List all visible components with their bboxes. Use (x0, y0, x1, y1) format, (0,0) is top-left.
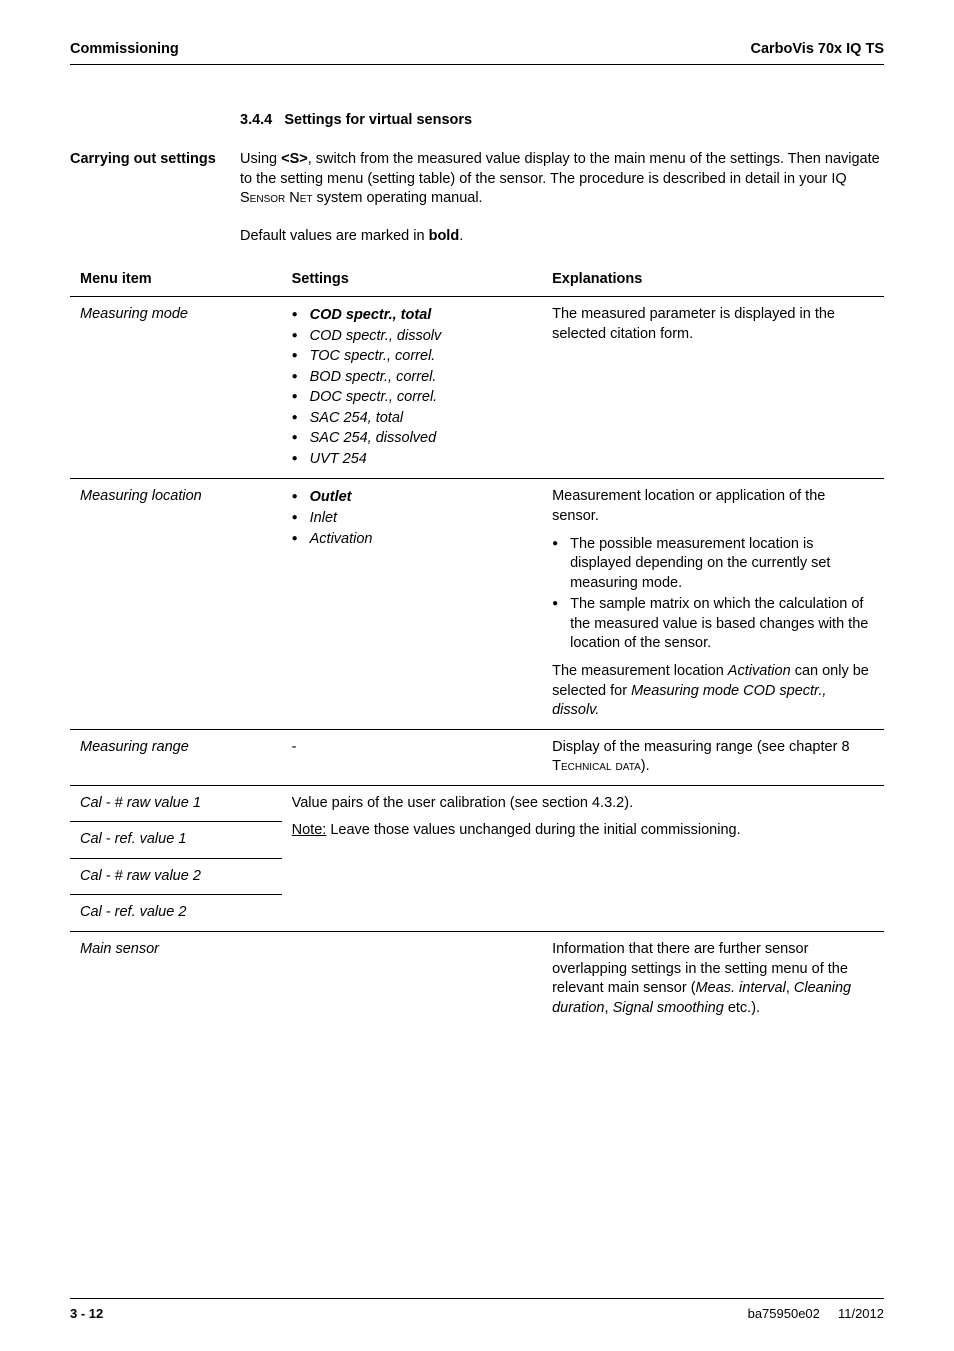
text: The possible measurement location is dis… (570, 536, 830, 591)
explanation: Display of the measuring range (see chap… (542, 729, 884, 785)
text: etc.). (724, 1000, 760, 1016)
settings-table: Menu item Settings Explanations Measurin… (70, 264, 884, 1026)
header-left: Commissioning (70, 40, 179, 60)
menu-item: Cal - # raw value 1 (80, 795, 201, 811)
page-number: 3 - 12 (70, 1305, 103, 1323)
menu-item: Cal - ref. value 1 (80, 831, 186, 847)
section-number: 3.4.4 (240, 112, 272, 128)
text: N (285, 190, 300, 206)
setting-option: SAC 254, dissolved (310, 430, 437, 446)
explanation: Value pairs of the user calibration (see… (282, 785, 884, 931)
setting-option: UVT 254 (310, 451, 367, 467)
section-heading: 3.4.4 Settings for virtual sensors (240, 111, 884, 131)
text: ensor (250, 190, 286, 206)
page-header: Commissioning CarboVis 70x IQ TS (70, 40, 884, 65)
body-para-2: Default values are marked in bold. (240, 227, 884, 247)
menu-item: Main sensor (80, 941, 159, 957)
body-para-1: Using <S>, switch from the measured valu… (240, 150, 884, 209)
explanation: The measured parameter is displayed in t… (542, 296, 884, 479)
text: system operating manual. (313, 190, 483, 206)
text: , (605, 1000, 613, 1016)
text-italic: Activation (728, 663, 791, 679)
setting-option: BOD spectr., correl. (310, 369, 437, 385)
keycap: <S> (281, 151, 308, 167)
table-row: Measuring range - Display of the measuri… (70, 729, 884, 785)
setting-option: Outlet (310, 489, 352, 505)
table-row: Measuring mode COD spectr., total COD sp… (70, 296, 884, 479)
section-title: Settings for virtual sensors (284, 112, 472, 128)
text: ). (641, 758, 650, 774)
settings-text: - (282, 729, 542, 785)
text-italic: Measuring mode (631, 683, 739, 699)
settings-list: COD spectr., total COD spectr., dissolv … (292, 306, 532, 470)
text: The sample matrix on which the calculati… (570, 596, 868, 651)
side-heading: Carrying out settings (70, 150, 240, 170)
note-label: Note: (292, 822, 327, 838)
table-row: Cal - # raw value 1 Value pairs of the u… (70, 785, 884, 822)
table-row: Main sensor Information that there are f… (70, 932, 884, 1027)
table-row: Measuring location Outlet Inlet Activati… (70, 479, 884, 729)
page-footer: 3 - 12 ba75950e02 11/2012 (70, 1298, 884, 1323)
settings-list: Outlet Inlet Activation (292, 488, 532, 549)
text: Using (240, 151, 281, 167)
text-italic: Signal smoothing (613, 1000, 724, 1016)
setting-option: Inlet (310, 510, 337, 526)
th-explanations: Explanations (542, 264, 884, 296)
text-bold: bold (429, 228, 460, 244)
text: . (459, 228, 463, 244)
header-right: CarboVis 70x IQ TS (750, 40, 884, 60)
text: Value pairs of the user calibration (see… (292, 794, 874, 814)
menu-item: Cal - # raw value 2 (80, 868, 201, 884)
menu-item: Cal - ref. value 2 (80, 904, 186, 920)
menu-item: Measuring location (80, 488, 202, 504)
text: Default values are marked in (240, 228, 429, 244)
text: , (786, 980, 794, 996)
explanation: Measurement location or application of t… (542, 479, 884, 729)
setting-option: DOC spectr., correl. (310, 389, 438, 405)
menu-item: Measuring range (80, 739, 189, 755)
setting-option: TOC spectr., correl. (310, 348, 436, 364)
text: Measurement location or application of t… (552, 487, 874, 526)
setting-option: COD spectr., dissolv (310, 328, 442, 344)
setting-option: Activation (310, 531, 373, 547)
setting-option: SAC 254, total (310, 410, 404, 426)
menu-item: Measuring mode (80, 306, 188, 322)
th-settings: Settings (282, 264, 542, 296)
text: echnical data (561, 758, 641, 774)
doc-date: 11/2012 (838, 1306, 884, 1321)
th-menu: Menu item (70, 264, 282, 296)
setting-option: COD spectr., total (310, 307, 432, 323)
text: et (300, 190, 313, 206)
doc-id: ba75950e02 (748, 1306, 820, 1321)
text: The measurement location (552, 663, 728, 679)
text-italic: Meas. interval (696, 980, 786, 996)
explanation: Information that there are further senso… (542, 932, 884, 1027)
text: Leave those values unchanged during the … (326, 822, 740, 838)
